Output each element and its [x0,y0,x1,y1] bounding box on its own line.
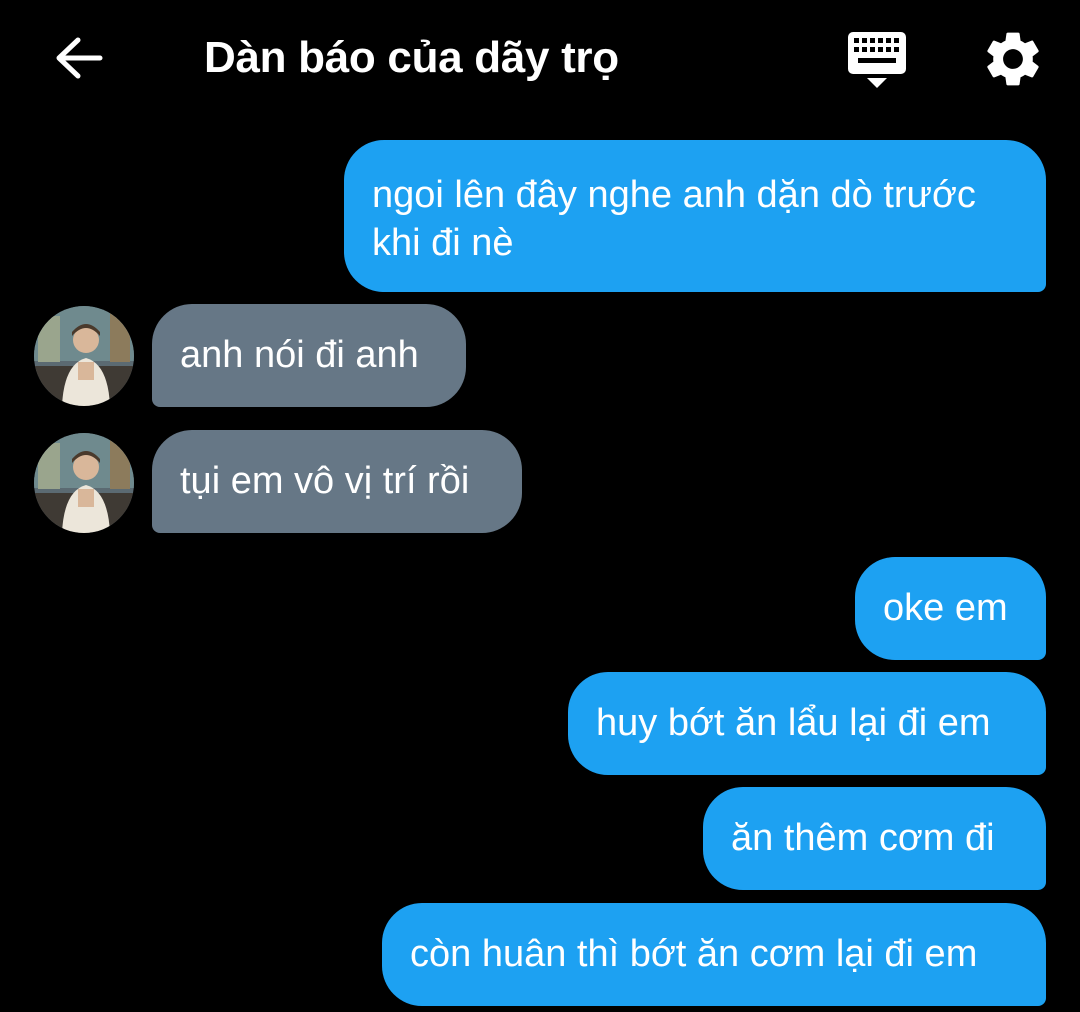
message-text-line: khi đi nè [372,222,514,264]
message-text: oke em [883,587,1008,629]
message-bubble-outgoing[interactable]: ngoi lên đây nghe anh dặn dò trước khi đ… [344,140,1046,292]
message-text-line: ngoi lên đây nghe anh dặn dò trước [372,174,976,216]
message-text: anh nói đi anh [180,334,419,376]
avatar-photo [34,306,134,406]
message-bubble-outgoing[interactable]: còn huân thì bớt ăn cơm lại đi em [382,903,1046,1006]
message-text: tụi em vô vị trí rồi [180,460,470,502]
message-bubble-outgoing[interactable]: ăn thêm cơm đi [703,787,1046,890]
contact-avatar[interactable] [34,433,134,533]
message-bubble-outgoing[interactable]: oke em [855,557,1046,660]
keyboard-toggle-button[interactable] [842,26,914,92]
message-bubble-outgoing[interactable]: huy bớt ăn lẩu lại đi em [568,672,1046,775]
back-arrow-icon [56,37,103,79]
gear-icon [987,32,1039,86]
avatar-photo [34,433,134,533]
message-bubble-incoming[interactable]: anh nói đi anh [152,304,466,407]
message-bubble-incoming[interactable]: tụi em vô vị trí rồi [152,430,522,533]
message-text: ăn thêm cơm đi [731,817,995,859]
conversation-title: Dàn báo của dãy trọ [204,33,619,82]
settings-button[interactable] [980,26,1046,92]
message-text: huy bớt ăn lẩu lại đi em [596,702,991,744]
keyboard-icon [848,32,906,88]
message-text: còn huân thì bớt ăn cơm lại đi em [410,933,978,975]
back-button[interactable] [44,26,114,90]
conversation-header: Dàn báo của dãy trọ [0,0,1080,118]
contact-avatar[interactable] [34,306,134,406]
